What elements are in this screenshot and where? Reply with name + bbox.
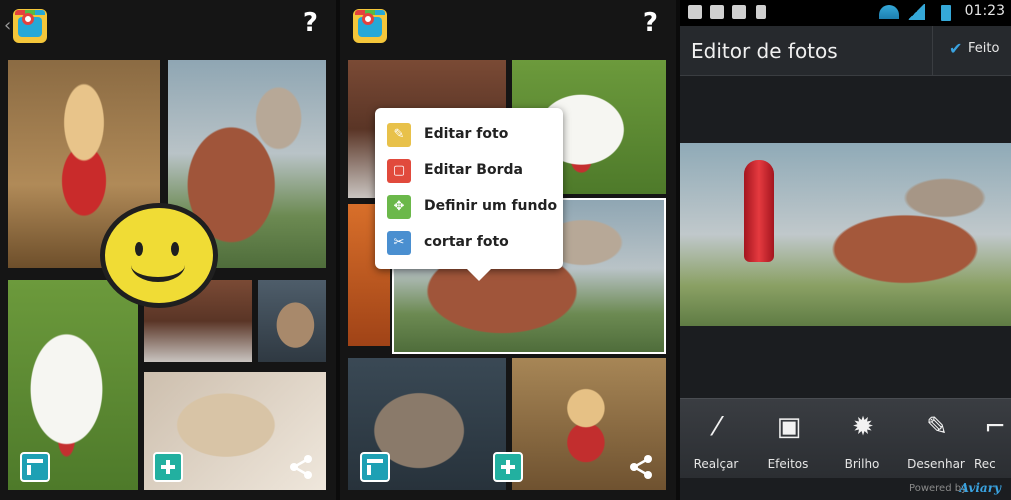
- share-icon: [630, 455, 652, 479]
- menu-item-set-background[interactable]: ✥ Definir um fundo: [387, 194, 557, 220]
- tool-draw[interactable]: ✎ Desenhar: [900, 399, 972, 479]
- magic-wand-icon: ⁄: [714, 412, 720, 442]
- pencil-icon: ✎: [926, 412, 948, 442]
- gallery-icon: [732, 5, 746, 19]
- help-icon[interactable]: ?: [643, 8, 658, 38]
- top-bar: ‹ ?: [0, 0, 336, 52]
- editing-photo[interactable]: [680, 143, 1011, 326]
- add-photo-button[interactable]: [153, 452, 183, 482]
- photo-red-vase: [744, 160, 774, 262]
- app-logo-icon[interactable]: [353, 9, 387, 43]
- menu-item-edit-border[interactable]: ▢ Editar Borda: [387, 158, 557, 184]
- share-button[interactable]: [286, 452, 316, 482]
- edit-photo-icon: ✎: [387, 123, 411, 147]
- photo-editor-screen: 01:23 Editor de fotos ✔ Feito ⁄ Realçar …: [680, 0, 1011, 500]
- photo-context-menu: ✎ Editar foto ▢ Editar Borda ✥ Definir u…: [375, 108, 563, 281]
- film-icon: ▣: [776, 412, 802, 442]
- wifi-icon: [879, 5, 899, 19]
- editor-toolbar: ⁄ Realçar ▣ Efeitos ✹ Brilho ✎ Desenhar …: [680, 398, 1011, 478]
- done-button[interactable]: ✔ Feito: [932, 26, 1011, 75]
- signal-icon: [907, 4, 925, 20]
- crop-icon: ⌐: [984, 412, 1006, 442]
- add-photo-button[interactable]: [493, 452, 523, 482]
- tool-effects[interactable]: ▣ Efeitos: [752, 399, 824, 479]
- back-chevron-icon[interactable]: ‹: [4, 15, 11, 36]
- smiley-sticker[interactable]: [100, 203, 218, 308]
- tool-label: Rec: [974, 457, 996, 471]
- check-icon: ✔: [949, 39, 963, 58]
- scissors-icon: ✂: [387, 231, 411, 255]
- powered-by-text: Powered by: [909, 483, 967, 494]
- tool-label: Brilho: [844, 457, 880, 471]
- share-icon: [290, 455, 312, 479]
- status-bar: 01:23: [680, 0, 1011, 26]
- notification-icon: [710, 5, 724, 19]
- menu-item-edit-photo[interactable]: ✎ Editar foto: [387, 122, 557, 148]
- tool-crop[interactable]: ⌐ Rec: [970, 399, 1011, 479]
- background-icon: ✥: [387, 195, 411, 219]
- status-time: 01:23: [964, 3, 1005, 19]
- tool-brightness[interactable]: ✹ Brilho: [826, 399, 898, 479]
- tool-label: Realçar: [693, 457, 739, 471]
- page-title: Editor de fotos: [691, 39, 838, 63]
- help-icon[interactable]: ?: [303, 8, 318, 38]
- sd-card-icon: [756, 5, 766, 19]
- edit-border-icon: ▢: [387, 159, 411, 183]
- menu-item-label: Definir um fundo: [424, 198, 558, 214]
- menu-item-crop-photo[interactable]: ✂ cortar foto: [387, 230, 557, 256]
- top-bar: ?: [340, 0, 676, 52]
- menu-item-label: Editar foto: [424, 126, 509, 142]
- alarm-icon: [688, 5, 702, 19]
- layout-button[interactable]: [360, 452, 390, 482]
- battery-icon: [941, 5, 951, 21]
- tool-label: Desenhar: [907, 457, 965, 471]
- smiley-mouth: [131, 248, 185, 282]
- menu-item-label: Editar Borda: [424, 162, 523, 178]
- app-logo-icon[interactable]: [13, 9, 47, 43]
- share-button[interactable]: [626, 452, 656, 482]
- done-label: Feito: [968, 41, 1000, 56]
- menu-item-label: cortar foto: [424, 234, 509, 250]
- sun-icon: ✹: [852, 412, 874, 442]
- editor-footer: Powered by Aviary: [680, 478, 1011, 500]
- collage-screen-1: ‹ ?: [0, 0, 336, 500]
- tool-label: Efeitos: [767, 457, 809, 471]
- photo-tabby[interactable]: [258, 280, 326, 362]
- editor-canvas: [680, 76, 1011, 398]
- editor-header: Editor de fotos ✔ Feito: [680, 26, 1011, 76]
- layout-button[interactable]: [20, 452, 50, 482]
- tool-enhance[interactable]: ⁄ Realçar: [680, 399, 752, 479]
- aviary-logo: Aviary: [959, 481, 1001, 495]
